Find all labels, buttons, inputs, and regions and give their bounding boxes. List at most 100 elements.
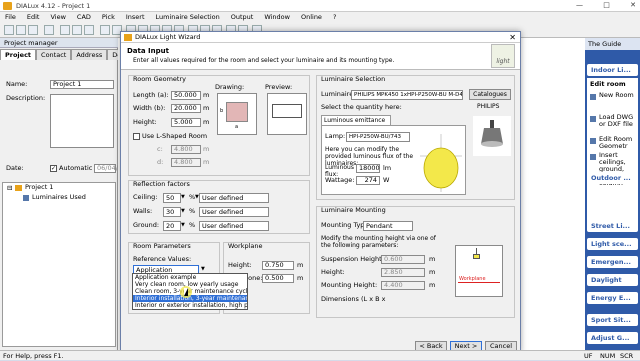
cut-icon[interactable] (60, 25, 70, 35)
menu-online[interactable]: Online (301, 12, 322, 22)
dialog-close-icon[interactable]: ✕ (509, 32, 516, 43)
c-field[interactable]: 4.800 (171, 145, 201, 154)
menu-file[interactable]: File (5, 12, 16, 22)
tree-item-project[interactable]: Project 1 (25, 183, 53, 192)
menu-bar: File Edit View CAD Pick Insert Luminaire… (0, 12, 640, 22)
new-icon[interactable] (4, 25, 14, 35)
menu-output[interactable]: Output (231, 12, 254, 22)
lamp-select[interactable]: HPI-P250W-BU/743 (346, 132, 410, 142)
dialog-app-icon (124, 34, 132, 41)
guide-adjust[interactable]: Adjust G... (587, 332, 638, 344)
suspension-height-label: Suspension Height: (321, 255, 384, 263)
guide-edit-geometry[interactable]: Edit Room Geometr (599, 136, 637, 150)
flux-field[interactable]: 18000 (356, 164, 380, 173)
height-field-2[interactable]: 2.850 (381, 268, 425, 277)
ground-type[interactable]: User defined (199, 221, 269, 231)
guide-outdoor[interactable]: Outdoor ... (587, 172, 638, 184)
minimize-icon[interactable]: — (576, 1, 583, 11)
menu-insert[interactable]: Insert (126, 12, 145, 22)
guide-light-scenes[interactable]: Light sce... (587, 238, 638, 250)
ceiling-dropdown-icon[interactable]: ▼ (181, 194, 185, 200)
guide-emergency[interactable]: Emergen... (587, 256, 638, 268)
paste-icon[interactable] (84, 25, 94, 35)
ceiling-type[interactable]: User defined (199, 193, 269, 203)
reference-dropdown-icon[interactable]: ▼ (201, 266, 205, 272)
dialog-heading: Data Input (127, 47, 169, 55)
mounting-type-select[interactable]: Pendant (363, 221, 413, 231)
catalogues-button[interactable]: Catalogues (469, 89, 511, 100)
luminaire-select[interactable]: PHILIPS MPK450 1xHPI-P250W-BU M-D45 (351, 90, 463, 100)
d-unit: m (203, 158, 210, 166)
menu-luminaire-selection[interactable]: Luminaire Selection (156, 12, 220, 22)
guide-street-lighting[interactable]: Street Li... (587, 220, 638, 232)
tree-expand-icon[interactable]: ⊟ (7, 184, 12, 193)
dialog-subheading: Enter all values required for the room a… (133, 57, 395, 64)
guide-load-dwg[interactable]: Load DWG or DXF file (599, 114, 637, 128)
quantity-label: Select the quantity here: (321, 103, 402, 111)
tab-contact[interactable]: Contact (36, 49, 72, 60)
date-field[interactable]: 06/04/2 (94, 164, 122, 173)
pendant-luminaire-icon (481, 120, 503, 147)
maximize-icon[interactable]: □ (603, 1, 610, 11)
suspension-height-field[interactable]: 0.600 (381, 255, 425, 264)
description-field[interactable] (50, 94, 114, 148)
mounting-modify-text: Modify the mounting height via one of th… (321, 235, 436, 249)
menu-pick[interactable]: Pick (102, 12, 115, 22)
tree-item-luminaires[interactable]: Luminaires Used (32, 193, 86, 202)
edit-geometry-icon (590, 138, 596, 144)
lshape-checkbox[interactable] (133, 133, 140, 140)
menu-view[interactable]: View (50, 12, 65, 22)
menu-cad[interactable]: CAD (77, 12, 91, 22)
ceiling-type-dropdown-icon[interactable]: ▼ (195, 193, 199, 202)
project-manager-panel: Project manager Project Contact Address … (0, 38, 137, 350)
menu-edit[interactable]: Edit (27, 12, 40, 22)
tab-luminous-emittance[interactable]: Luminous emittance 1 (321, 115, 391, 133)
open-icon[interactable] (16, 25, 26, 35)
copy-icon[interactable] (72, 25, 82, 35)
d-label: d: (157, 158, 164, 166)
guide-energy[interactable]: Energy E... (587, 292, 638, 304)
walls-dropdown-icon[interactable]: ▼ (181, 208, 185, 214)
wattage-field[interactable]: 274 (356, 176, 380, 185)
height-field[interactable]: 5.000 (171, 118, 201, 127)
mounting-height-unit: m (429, 281, 436, 289)
mounting-diagram: Workplane (455, 245, 503, 297)
walls-value[interactable]: 30 (163, 207, 181, 217)
option-high-pollution[interactable]: Interior or exterior installation, high … (133, 302, 247, 309)
workplane-height-field[interactable]: 0.750 (262, 261, 294, 270)
length-field[interactable]: 50.000 (171, 91, 201, 100)
automatic-checkbox[interactable]: ✓ (50, 165, 57, 172)
title-bar: DIALux 4.12 - Project 1 — □ ✕ (0, 0, 640, 12)
project-name-field[interactable]: Project 1 (50, 80, 114, 89)
wattage-unit: W (383, 176, 390, 184)
undo-icon[interactable] (100, 25, 110, 35)
ground-dropdown-icon[interactable]: ▼ (181, 222, 185, 228)
mounting-height-field[interactable]: 4.400 (381, 281, 425, 290)
ground-value[interactable]: 20 (163, 221, 181, 231)
walls-label: Walls: (133, 207, 153, 215)
description-label: Description: (6, 94, 46, 102)
tab-project[interactable]: Project (0, 49, 37, 60)
guide-daylight[interactable]: Daylight (587, 274, 638, 286)
guide-new-room[interactable]: New Room (599, 92, 637, 99)
ceiling-value[interactable]: 50 (163, 193, 181, 203)
room-preview (267, 93, 307, 135)
guide-indoor[interactable]: Indoor Li... (587, 64, 638, 76)
tab-address[interactable]: Address (71, 49, 108, 60)
lamp-label: Lamp: (325, 132, 346, 140)
menu-window[interactable]: Window (264, 12, 290, 22)
print-icon[interactable] (44, 25, 54, 35)
menu-help[interactable]: ? (333, 12, 336, 22)
d-field[interactable]: 4.800 (171, 158, 201, 167)
c-label: c: (157, 145, 163, 153)
save-icon[interactable] (28, 25, 38, 35)
width-field[interactable]: 20.000 (171, 104, 201, 113)
close-icon[interactable]: ✕ (630, 1, 636, 11)
wall-zone-unit: m (297, 274, 304, 282)
wall-zone-field[interactable]: 0.500 (262, 274, 294, 283)
luminaire-selection-group: Luminaire Selection Luminaire: PHILIPS M… (316, 75, 515, 200)
walls-type[interactable]: User defined (199, 207, 269, 217)
guide-sport-sites[interactable]: Sport Sit... (587, 314, 638, 326)
option-application-example[interactable]: Application example (133, 274, 247, 281)
preview-shape (272, 104, 302, 118)
